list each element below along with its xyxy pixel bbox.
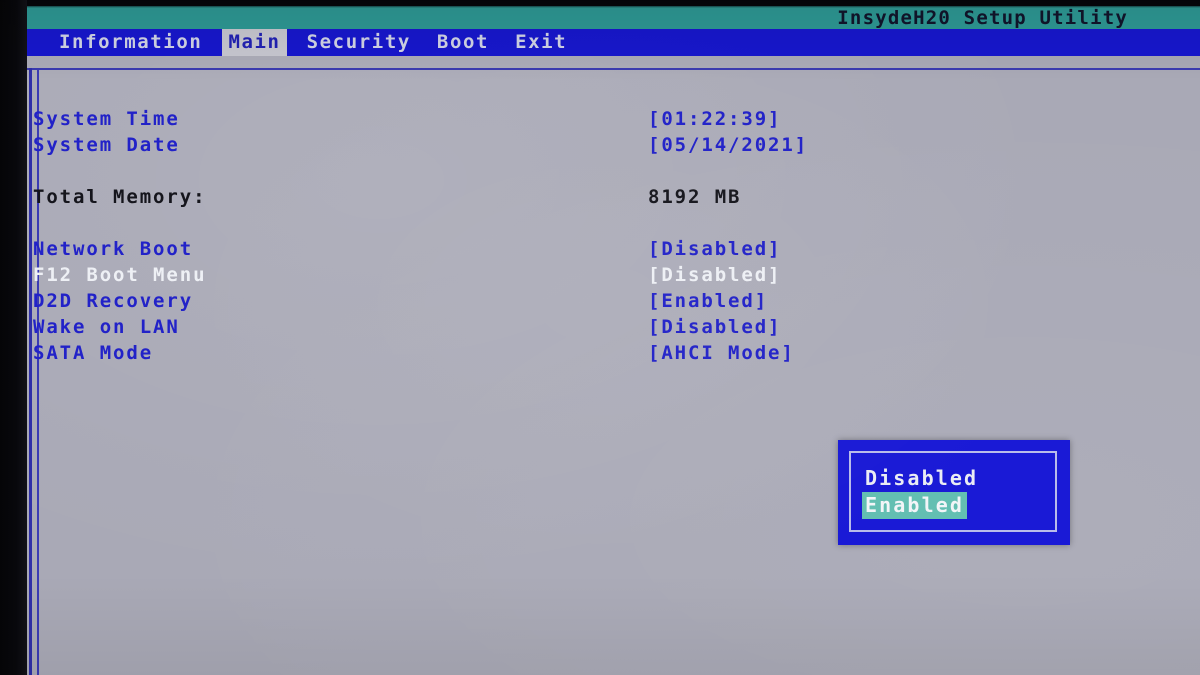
setting-label: D2D Recovery	[33, 290, 194, 312]
bios-screen: InsydeH20 Setup Utility Information Main S…	[0, 0, 1200, 675]
setting-label: System Time	[33, 108, 180, 130]
setting-value[interactable]: [01:22:39]	[648, 108, 781, 130]
content-panel: System Time [01:22:39] System Date [05/14/2…	[27, 56, 1200, 675]
setting-row[interactable]: SATA Mode [AHCI Mode]	[27, 342, 1200, 368]
setting-label: SATA Mode	[33, 342, 154, 364]
menu-bar: Information Main Security Boot Exit	[27, 29, 1200, 56]
setting-value[interactable]: [Enabled]	[648, 290, 768, 312]
setting-row[interactable]: System Date [05/14/2021]	[27, 134, 1200, 160]
setting-row[interactable]: Total Memory: 8192 MB	[27, 186, 1200, 212]
menu-item-exit[interactable]: Exit	[509, 29, 573, 56]
setting-row[interactable]: Network Boot [Disabled]	[27, 238, 1200, 264]
screen-bezel-left	[0, 0, 27, 675]
screen-bezel-top	[0, 0, 1200, 6]
option-popup[interactable]: Disabled Enabled	[838, 440, 1070, 545]
setting-label: Network Boot	[33, 238, 194, 260]
setting-row[interactable]: F12 Boot Menu [Disabled]	[27, 264, 1200, 290]
setting-row[interactable]: Wake on LAN [Disabled]	[27, 316, 1200, 342]
setting-value[interactable]: [05/14/2021]	[648, 134, 808, 156]
popup-option-enabled[interactable]: Enabled	[862, 492, 967, 519]
setting-value[interactable]: [Disabled]	[648, 316, 781, 338]
settings-list: System Time [01:22:39] System Date [05/14/2…	[27, 56, 1200, 675]
popup-option-list: Disabled Enabled	[862, 465, 1048, 519]
menu-item-security[interactable]: Security	[301, 29, 417, 56]
setting-row[interactable]: System Time [01:22:39]	[27, 108, 1200, 134]
menu-item-main[interactable]: Main	[222, 29, 287, 56]
setting-value[interactable]: [AHCI Mode]	[648, 342, 795, 364]
setting-label: Wake on LAN	[33, 316, 180, 338]
setting-value[interactable]: [Disabled]	[648, 264, 781, 286]
popup-option-disabled[interactable]: Disabled	[862, 465, 981, 492]
setting-label: System Date	[33, 134, 180, 156]
page-title: InsydeH20 Setup Utility	[837, 7, 1128, 29]
title-bar: InsydeH20 Setup Utility	[27, 6, 1200, 29]
setting-label: Total Memory:	[33, 186, 207, 208]
setting-value[interactable]: 8192 MB	[648, 186, 741, 208]
setting-value[interactable]: [Disabled]	[648, 238, 781, 260]
menu-item-boot[interactable]: Boot	[431, 29, 495, 56]
menu-item-information[interactable]: Information	[53, 29, 208, 56]
setting-label: F12 Boot Menu	[33, 264, 207, 286]
setting-row[interactable]: D2D Recovery [Enabled]	[27, 290, 1200, 316]
